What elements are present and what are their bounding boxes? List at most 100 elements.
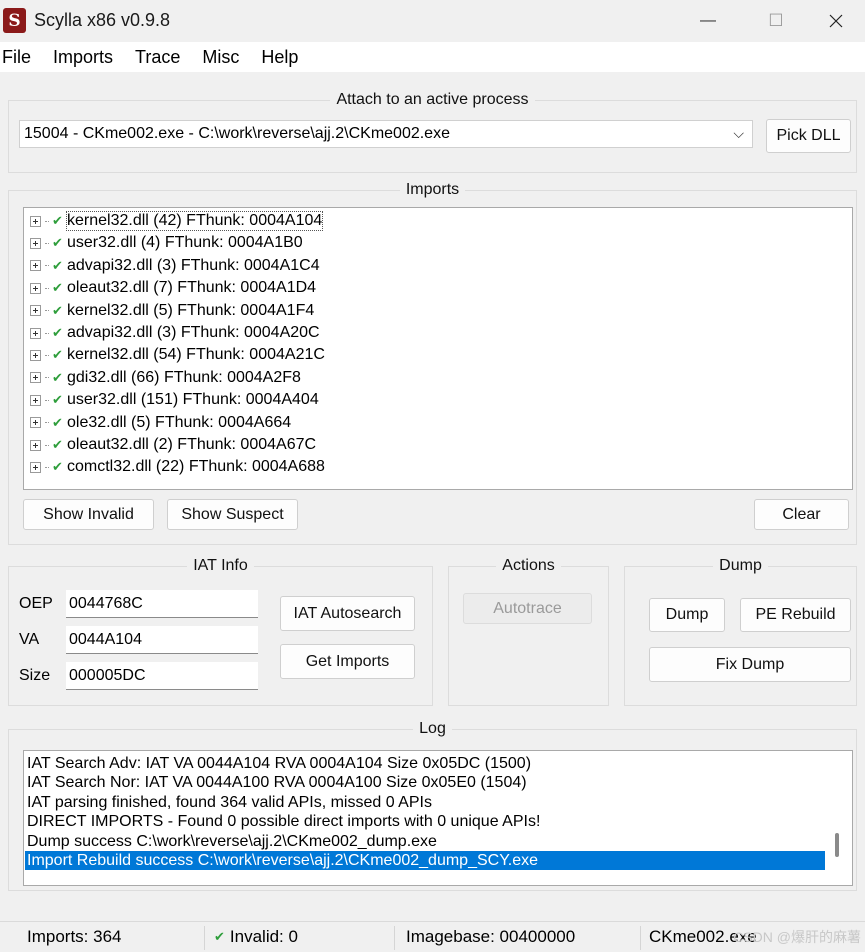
check-icon: ✔ [214, 929, 225, 944]
import-item-label: oleaut32.dll (2) FThunk: 0004A67C [67, 436, 317, 453]
expand-plus-icon[interactable] [30, 327, 41, 339]
import-tree-item[interactable]: ✔ advapi32.dll (3) FThunk: 0004A20C [30, 322, 320, 344]
watermark: CSDN @爆肝的麻薯 [733, 929, 861, 945]
import-tree-item[interactable]: ✔ oleaut32.dll (7) FThunk: 0004A1D4 [30, 277, 316, 299]
autotrace-button[interactable]: Autotrace [463, 593, 592, 624]
check-icon: ✔ [52, 369, 63, 385]
actions-legend: Actions [502, 557, 555, 574]
window-title: Scylla x86 v0.9.8 [34, 10, 171, 30]
import-item-label: ole32.dll (5) FThunk: 0004A664 [67, 413, 292, 431]
log-list[interactable]: IAT Search Adv: IAT VA 0044A104 RVA 0004… [23, 750, 853, 886]
expand-plus-icon[interactable] [30, 237, 41, 249]
import-item-label: comctl32.dll (22) FThunk: 0004A688 [67, 458, 325, 476]
status-imagebase: Imagebase: 00400000 [406, 927, 576, 946]
check-icon: ✔ [52, 414, 63, 430]
expand-plus-icon[interactable] [30, 305, 41, 317]
close-button[interactable] [806, 0, 865, 42]
size-field[interactable]: 000005DC [66, 662, 258, 690]
title-bar: S Scylla x86 v0.9.8 — ☐ [0, 0, 865, 42]
import-tree-item[interactable]: ✔ comctl32.dll (22) FThunk: 0004A688 [30, 456, 325, 478]
status-invalid: ✔ Invalid: 0 [214, 922, 298, 952]
menu-trace[interactable]: Trace [135, 47, 191, 68]
import-item-label: advapi32.dll (3) FThunk: 0004A20C [67, 324, 320, 341]
check-icon: ✔ [52, 347, 63, 363]
import-item-label: gdi32.dll (66) FThunk: 0004A2F8 [67, 368, 301, 386]
import-item-label: oleaut32.dll (7) FThunk: 0004A1D4 [67, 279, 317, 297]
status-imports: Imports: 364 [27, 927, 122, 946]
import-item-label: kernel32.dll (42) FThunk: 0004A104 [65, 211, 324, 231]
process-select-value: 15004 - CKme002.exe - C:\work\reverse\aj… [24, 125, 450, 142]
show-suspect-button[interactable]: Show Suspect [167, 499, 298, 530]
minimize-button[interactable]: — [678, 0, 738, 42]
menu-file[interactable]: File [2, 47, 42, 68]
expand-plus-icon[interactable] [30, 461, 41, 473]
expand-plus-icon[interactable] [30, 417, 41, 429]
import-tree-item[interactable]: ✔ advapi32.dll (3) FThunk: 0004A1C4 [30, 255, 320, 277]
log-line[interactable]: IAT Search Nor: IAT VA 0044A100 RVA 0004… [25, 773, 527, 792]
log-line[interactable]: DIRECT IMPORTS - Found 0 possible direct… [25, 812, 540, 831]
menu-help[interactable]: Help [261, 47, 309, 68]
status-divider [204, 926, 205, 950]
process-select[interactable]: 15004 - CKme002.exe - C:\work\reverse\aj… [19, 120, 753, 148]
status-invalid-text: Invalid: 0 [229, 927, 298, 946]
expand-plus-icon[interactable] [30, 349, 41, 361]
log-scrollbar-thumb[interactable] [835, 833, 839, 857]
check-icon: ✔ [52, 280, 63, 296]
va-label: VA [19, 631, 40, 648]
import-tree-item[interactable]: ✔ user32.dll (4) FThunk: 0004A1B0 [30, 232, 303, 254]
menu-bar: File Imports Trace Misc Help [0, 42, 865, 72]
expand-plus-icon[interactable] [30, 439, 41, 451]
get-imports-button[interactable]: Get Imports [280, 644, 415, 679]
imports-legend: Imports [405, 181, 460, 198]
dump-legend: Dump [719, 557, 762, 574]
import-tree-item[interactable]: ✔ ole32.dll (5) FThunk: 0004A664 [30, 412, 291, 434]
expand-plus-icon[interactable] [30, 260, 41, 272]
import-tree-item[interactable]: ✔ user32.dll (151) FThunk: 0004A404 [30, 389, 319, 411]
import-tree-item[interactable]: ✔ gdi32.dll (66) FThunk: 0004A2F8 [30, 367, 301, 389]
va-field[interactable]: 0044A104 [66, 626, 258, 654]
log-line[interactable]: IAT parsing finished, found 364 valid AP… [25, 793, 432, 812]
import-tree-item[interactable]: ✔ kernel32.dll (42) FThunk: 0004A104 [30, 210, 324, 232]
expand-plus-icon[interactable] [30, 394, 41, 406]
import-item-label: user32.dll (4) FThunk: 0004A1B0 [67, 234, 303, 252]
expand-plus-icon[interactable] [30, 282, 41, 294]
oep-label: OEP [19, 595, 53, 612]
check-icon: ✔ [52, 392, 63, 408]
expand-plus-icon[interactable] [30, 215, 41, 227]
import-tree-item[interactable]: ✔ kernel32.dll (54) FThunk: 0004A21C [30, 344, 325, 366]
log-line[interactable]: IAT Search Adv: IAT VA 0044A104 RVA 0004… [25, 754, 531, 773]
chevron-down-icon: ⌵ [733, 125, 744, 141]
expand-plus-icon[interactable] [30, 372, 41, 384]
check-icon: ✔ [52, 437, 63, 452]
iat-info-legend: IAT Info [193, 557, 248, 574]
attach-legend: Attach to an active process [336, 91, 529, 108]
dump-button[interactable]: Dump [649, 598, 725, 632]
pick-dll-button[interactable]: Pick DLL [766, 119, 851, 153]
iat-autosearch-button[interactable]: IAT Autosearch [280, 596, 415, 631]
check-icon: ✔ [52, 459, 63, 475]
log-legend: Log [419, 720, 446, 737]
fix-dump-button[interactable]: Fix Dump [649, 647, 851, 682]
show-invalid-button[interactable]: Show Invalid [23, 499, 154, 530]
import-item-label: kernel32.dll (54) FThunk: 0004A21C [67, 346, 325, 364]
maximize-button[interactable]: ☐ [746, 0, 806, 42]
oep-field[interactable]: 0044768C [66, 590, 258, 618]
import-item-label: advapi32.dll (3) FThunk: 0004A1C4 [67, 256, 320, 274]
imports-tree[interactable]: ✔ kernel32.dll (42) FThunk: 0004A104 ✔ user… [23, 207, 853, 490]
import-item-label: user32.dll (151) FThunk: 0004A404 [67, 391, 319, 409]
menu-misc[interactable]: Misc [202, 47, 250, 68]
actions-group: Actions [448, 557, 609, 706]
check-icon: ✔ [52, 325, 63, 340]
pe-rebuild-button[interactable]: PE Rebuild [740, 598, 851, 632]
log-line[interactable]: Dump success C:\work\reverse\ajj.2\CKme0… [25, 832, 437, 851]
clear-button[interactable]: Clear [754, 499, 849, 530]
status-divider [394, 926, 395, 950]
import-tree-item[interactable]: ✔ kernel32.dll (5) FThunk: 0004A1F4 [30, 300, 314, 322]
status-divider [640, 926, 641, 950]
menu-imports[interactable]: Imports [53, 47, 124, 68]
check-icon: ✔ [52, 257, 63, 273]
check-icon: ✔ [52, 235, 63, 251]
size-label: Size [19, 667, 51, 684]
log-line[interactable]: Import Rebuild success C:\work\reverse\a… [25, 851, 825, 870]
import-tree-item[interactable]: ✔ oleaut32.dll (2) FThunk: 0004A67C [30, 434, 316, 456]
